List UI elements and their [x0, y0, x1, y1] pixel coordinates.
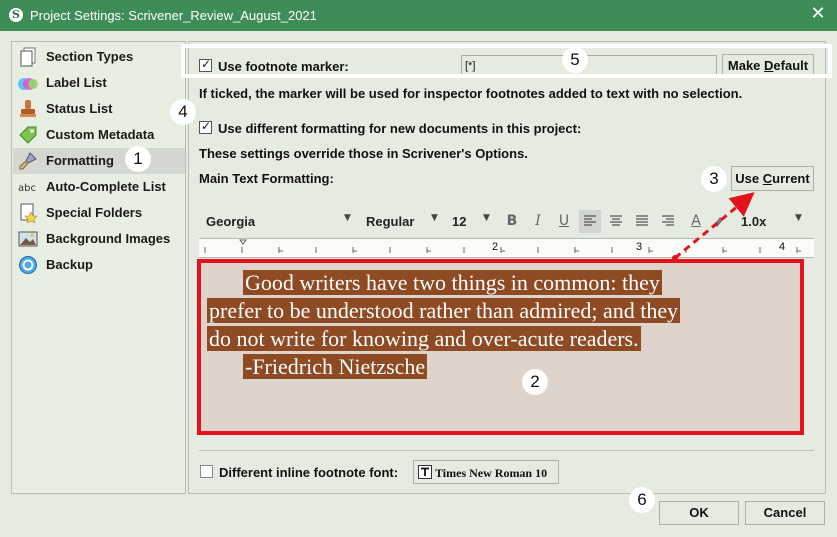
annotation-marker: 1	[125, 146, 151, 172]
dialog-window: S Project Settings: Scrivener_Review_Aug…	[0, 0, 837, 537]
annotation-marker: 3	[701, 166, 727, 192]
annotation-marker: 4	[170, 99, 196, 125]
annotation-arrow	[672, 192, 755, 261]
annotation-marker: 2	[522, 369, 548, 395]
annotation-marker: 6	[629, 487, 655, 513]
annotation-marker: 5	[562, 47, 588, 73]
